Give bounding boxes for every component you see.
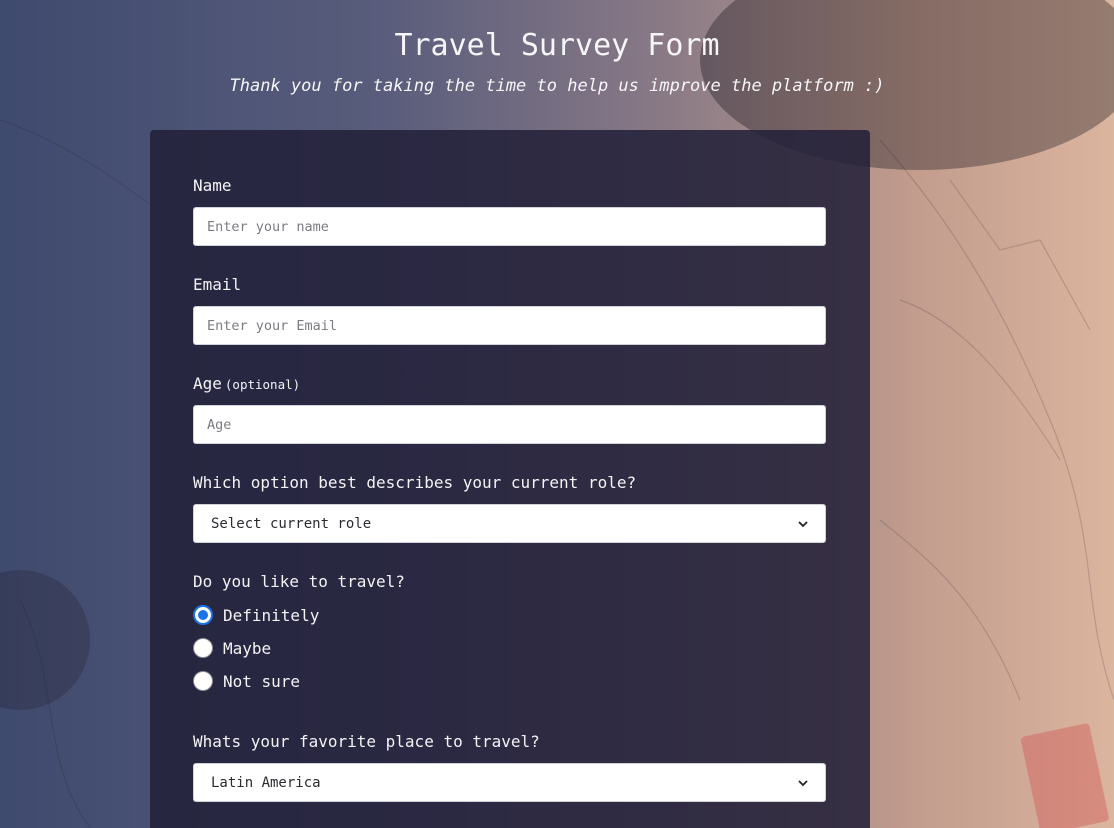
age-optional-note: (optional) <box>224 377 301 392</box>
radio-button[interactable] <box>193 605 213 625</box>
page-title: Travel Survey Form <box>394 28 720 63</box>
survey-form: Name Email Age(optional) Which option be… <box>150 130 870 828</box>
radio-label: Maybe <box>223 638 272 658</box>
radio-option-definitely[interactable]: Definitely <box>193 603 319 627</box>
age-label: Age (optional) <box>193 374 300 393</box>
role-select-value: Select current role <box>211 515 372 532</box>
email-input[interactable] <box>193 306 826 345</box>
email-label-text: Email <box>193 275 242 294</box>
page-subtitle: Thank you for taking the time to help us… <box>229 76 885 96</box>
favorite-place-label: Whats your favorite place to travel? <box>193 732 540 751</box>
favorite-place-select-value: Latin America <box>211 774 321 791</box>
name-label-text: Name <box>193 176 232 195</box>
radio-label: Definitely <box>223 605 320 625</box>
email-label: Email <box>193 275 241 294</box>
chevron-down-icon <box>798 779 808 786</box>
name-label: Name <box>193 176 232 195</box>
favorite-place-select[interactable]: Latin America <box>193 763 826 802</box>
role-label-text: Which option best describes your current… <box>193 473 637 492</box>
role-label: Which option best describes your current… <box>193 473 636 492</box>
role-select[interactable]: Select current role <box>193 504 826 543</box>
travel-label-text: Do you like to travel? <box>193 572 405 591</box>
radio-option-maybe[interactable]: Maybe <box>193 636 271 660</box>
name-input[interactable] <box>193 207 826 246</box>
travel-label: Do you like to travel? <box>193 572 405 591</box>
radio-option-not-sure[interactable]: Not sure <box>193 669 300 693</box>
radio-button[interactable] <box>193 671 213 691</box>
chevron-down-icon <box>798 520 808 527</box>
radio-button[interactable] <box>193 638 213 658</box>
favorite-place-label-text: Whats your favorite place to travel? <box>193 732 540 751</box>
age-label-text: Age <box>193 374 222 393</box>
radio-label: Not sure <box>223 671 301 691</box>
age-input[interactable] <box>193 405 826 444</box>
